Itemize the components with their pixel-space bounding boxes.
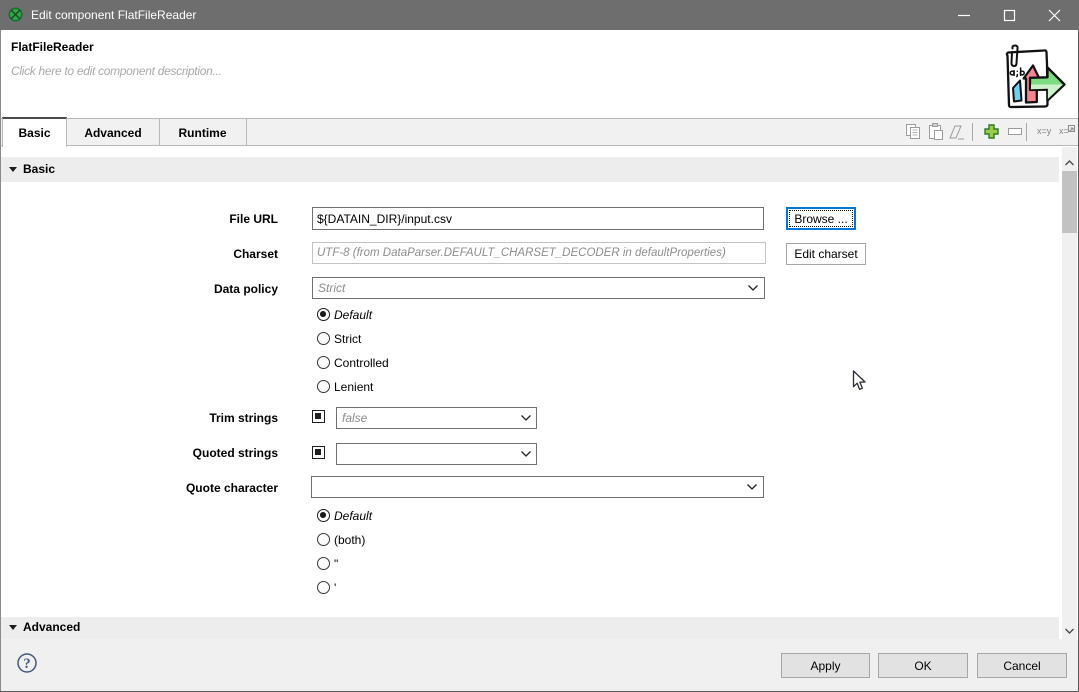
svg-text:x=: x= [1059, 126, 1069, 136]
svg-text:x=y: x=y [1037, 126, 1052, 136]
svg-text:?: ? [23, 656, 30, 672]
